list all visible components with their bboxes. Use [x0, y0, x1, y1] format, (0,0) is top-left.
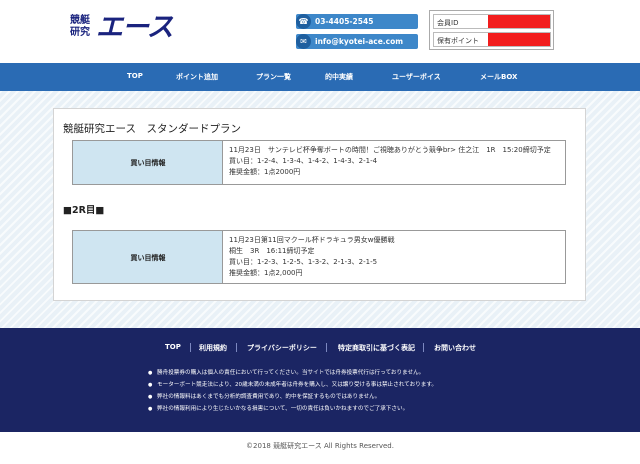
recommended-amount: 推奨金額：1点2000円 [229, 168, 301, 176]
bet-combinations: 買い目：1-2-4、1-3-4、1-4-2、1-4-3、2-1-4 [229, 157, 378, 165]
email-address: info@kyotei-ace.com [315, 37, 404, 46]
phone-contact[interactable]: ☎ 03-4405-2545 [296, 14, 418, 29]
phone-number: 03-4405-2545 [315, 17, 374, 26]
race-venue-line: 桐生 3R 16:11締切予定 [229, 247, 315, 255]
footer-link-legal[interactable]: 特定商取引に基づく表記 [338, 343, 415, 353]
section-title-2r: ■2R目■ [63, 205, 105, 216]
footer-divider [236, 343, 237, 352]
disclaimer-list: 勝舟投票券の購入は個人の責任において行ってください。当サイトでは舟券投票代行は行… [148, 367, 437, 415]
member-info-box: 会員ID 保有ポイント [429, 10, 554, 50]
bet-info-header: 買い目情報 [73, 141, 223, 184]
disclaimer-item: 弊社の情報利用により生じたいかなる損害について、一切の責任は負いかねますのでご了… [148, 403, 437, 415]
footer-divider [190, 343, 191, 352]
bet-combinations: 買い目：1-2-3、1-2-5、1-3-2、2-1-3、2-1-5 [229, 258, 378, 266]
site-header: 競艇 研究 エース ☎ 03-4405-2545 ✉ info@kyotei-a… [0, 0, 640, 63]
footer-divider [423, 343, 424, 352]
footer-link-top[interactable]: TOP [165, 343, 181, 351]
bet-info-header-label: 買い目情報 [130, 159, 166, 167]
bet-info-body: 11月23日 サンテレビ杯争奪ボートの時間！ご視聴ありがとう競争br> 住之江 … [229, 145, 551, 178]
bet-info-box: 買い目情報 11月23日第11回マクール杯ドラキュラ男女w優勝戦 桐生 3R 1… [72, 230, 566, 284]
footer-link-terms[interactable]: 利用規約 [199, 343, 227, 353]
disclaimer-item: 勝舟投票券の購入は個人の責任において行ってください。当サイトでは舟券投票代行は行… [148, 367, 437, 379]
plan-panel: 競艇研究エース スタンダードプラン 買い目情報 11月23日 サンテレビ杯争奪ボ… [53, 108, 586, 301]
bet-info-header-label: 買い目情報 [130, 254, 166, 262]
nav-results[interactable]: 的中実績 [325, 72, 353, 82]
points-value-redacted [488, 33, 550, 46]
site-logo[interactable]: 競艇 研究 エース [70, 12, 180, 46]
nav-plan-list[interactable]: プラン一覧 [256, 72, 291, 82]
logo-big-text: エース [96, 12, 174, 43]
nav-top[interactable]: TOP [127, 72, 143, 80]
nav-user-voice[interactable]: ユーザーボイス [392, 72, 441, 82]
race-line: 11月23日 サンテレビ杯争奪ボートの時間！ご視聴ありがとう競争br> 住之江 … [229, 146, 551, 154]
race-line: 11月23日第11回マクール杯ドラキュラ男女w優勝戦 [229, 236, 395, 244]
phone-icon: ☎ [296, 14, 311, 29]
bet-info-box: 買い目情報 11月23日 サンテレビ杯争奪ボートの時間！ご視聴ありがとう競争br… [72, 140, 566, 185]
mail-icon: ✉ [296, 34, 311, 49]
main-nav: TOP ポイント追加 プラン一覧 的中実績 ユーザーボイス メールBOX [0, 63, 640, 91]
copyright: ©2018 競艇研究エース All Rights Reserved. [246, 442, 394, 450]
bet-info-header: 買い目情報 [73, 231, 223, 283]
member-id-label: 会員ID [437, 19, 459, 27]
nav-mailbox[interactable]: メールBOX [480, 72, 517, 82]
bet-info-body: 11月23日第11回マクール杯ドラキュラ男女w優勝戦 桐生 3R 16:11締切… [229, 235, 394, 279]
disclaimer-item: 弊社の情報料はあくまでも分析的調査費用であり、的中を保証するものではありません。 [148, 391, 437, 403]
footer-link-privacy[interactable]: プライバシーポリシー [247, 343, 317, 353]
logo-small-text: 競艇 研究 [70, 15, 90, 39]
logo-line-2: 研究 [70, 27, 90, 38]
member-id-row: 会員ID [433, 14, 551, 29]
site-footer: TOP 利用規約 プライバシーポリシー 特定商取引に基づく表記 お問い合わせ 勝… [0, 328, 640, 432]
points-label: 保有ポイント [437, 37, 479, 45]
footer-divider [326, 343, 327, 352]
member-id-value-redacted [488, 15, 550, 28]
points-row: 保有ポイント [433, 32, 551, 47]
footer-link-contact[interactable]: お問い合わせ [434, 343, 476, 353]
disclaimer-item: モーターボート競走法により、20歳未満の未成年者は舟券を購入し、又は譲り受ける事… [148, 379, 437, 391]
logo-line-1: 競艇 [70, 15, 90, 26]
recommended-amount: 推奨金額：1点2,000円 [229, 269, 303, 277]
email-contact[interactable]: ✉ info@kyotei-ace.com [296, 34, 418, 49]
plan-title: 競艇研究エース スタンダードプラン [63, 123, 241, 135]
nav-add-points[interactable]: ポイント追加 [176, 72, 218, 82]
